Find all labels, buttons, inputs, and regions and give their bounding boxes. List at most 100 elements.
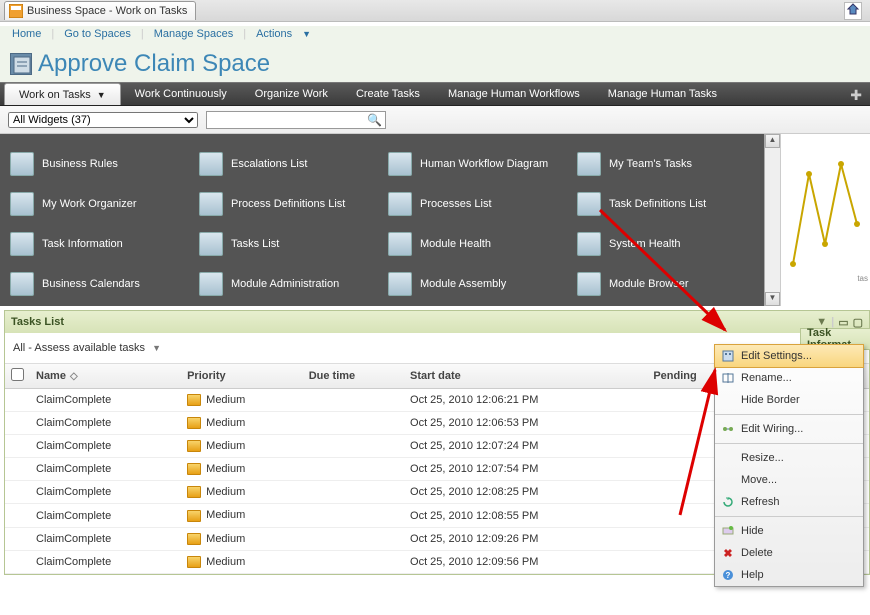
menu-refresh[interactable]: Refresh (715, 491, 863, 513)
col-due[interactable]: Due time (303, 364, 404, 389)
cell-start: Oct 25, 2010 12:09:56 PM (404, 550, 647, 573)
blank-icon (721, 393, 735, 407)
widget-label: Task Information (42, 238, 123, 250)
priority-icon (187, 486, 201, 498)
menu-move[interactable]: Move... (715, 469, 863, 491)
main-tabs: Work on Tasks ▼ Work Continuously Organi… (0, 82, 870, 106)
menu-label: Hide Border (741, 394, 800, 406)
nav-home[interactable]: Home (12, 28, 41, 40)
home-icon (846, 2, 860, 19)
tab-label: Manage Human Workflows (448, 88, 580, 100)
view-selector[interactable]: All - Assess available tasks ▼ (13, 342, 161, 354)
widget-task-definitions-list[interactable]: Task Definitions List (571, 184, 760, 224)
tab-manage-human-tasks[interactable]: Manage Human Tasks (594, 83, 731, 105)
menu-delete[interactable]: ✖ Delete (715, 542, 863, 564)
widget-icon (388, 272, 412, 296)
menu-hide-border[interactable]: Hide Border (715, 389, 863, 411)
menu-resize[interactable]: Resize... (715, 447, 863, 469)
widget-module-browser[interactable]: Module Browser (571, 264, 760, 304)
panel-header: Tasks List ▼ | ▭ ▢ (5, 311, 869, 333)
widget-tasks-list[interactable]: Tasks List (193, 224, 382, 264)
app-tab-title: Business Space - Work on Tasks (27, 5, 187, 17)
priority-icon (187, 510, 201, 522)
panel-title: Tasks List (11, 316, 64, 328)
home-button[interactable] (844, 2, 862, 20)
widget-my-work-organizer[interactable]: My Work Organizer (4, 184, 193, 224)
cell-name: ClaimComplete (30, 504, 181, 527)
widget-icon (10, 272, 34, 296)
menu-edit-wiring[interactable]: Edit Wiring... (715, 418, 863, 440)
scroll-track[interactable] (765, 148, 780, 292)
nav-go-spaces[interactable]: Go to Spaces (64, 28, 131, 40)
menu-help[interactable]: ? Help (715, 564, 863, 586)
widget-icon (10, 232, 34, 256)
cell-priority: Medium (181, 458, 303, 481)
menu-label: Resize... (741, 452, 784, 464)
tab-label: Work Continuously (135, 88, 227, 100)
col-start[interactable]: Start date (404, 364, 647, 389)
view-selector-label: All - Assess available tasks (13, 342, 145, 354)
menu-rename[interactable]: Rename... (715, 367, 863, 389)
cell-name: ClaimComplete (30, 389, 181, 412)
widget-my-teams-tasks[interactable]: My Team's Tasks (571, 144, 760, 184)
scroll-up-button[interactable]: ▲ (765, 134, 780, 148)
select-all-checkbox[interactable] (11, 368, 24, 381)
tab-work-on-tasks[interactable]: Work on Tasks ▼ (4, 83, 121, 105)
tab-create-tasks[interactable]: Create Tasks (342, 83, 434, 105)
widget-icon (388, 192, 412, 216)
tab-organize-work[interactable]: Organize Work (241, 83, 342, 105)
col-priority[interactable]: Priority (181, 364, 303, 389)
nav-actions[interactable]: Actions (256, 28, 292, 40)
widget-icon (199, 232, 223, 256)
widget-human-workflow-diagram[interactable]: Human Workflow Diagram (382, 144, 571, 184)
cell-name: ClaimComplete (30, 481, 181, 504)
search-wrap: 🔍 (206, 111, 386, 129)
widget-module-health[interactable]: Module Health (382, 224, 571, 264)
wiring-icon (721, 422, 735, 436)
menu-separator (715, 516, 863, 517)
widget-module-administration[interactable]: Module Administration (193, 264, 382, 304)
widget-module-assembly[interactable]: Module Assembly (382, 264, 571, 304)
cell-start: Oct 25, 2010 12:06:53 PM (404, 412, 647, 435)
search-input[interactable] (206, 111, 386, 129)
cell-priority: Medium (181, 550, 303, 573)
page-title: Approve Claim Space (38, 50, 270, 78)
nav-manage-spaces[interactable]: Manage Spaces (154, 28, 234, 40)
menu-separator (715, 414, 863, 415)
menu-edit-settings[interactable]: Edit Settings... (714, 344, 864, 368)
col-name[interactable]: Name◇ (30, 364, 181, 389)
app-tab[interactable]: Business Space - Work on Tasks (4, 1, 196, 20)
cell-due (303, 481, 404, 504)
tab-work-continuously[interactable]: Work Continuously (121, 83, 241, 105)
cell-due (303, 527, 404, 550)
cell-start: Oct 25, 2010 12:09:26 PM (404, 527, 647, 550)
cell-name: ClaimComplete (30, 527, 181, 550)
add-tab-button[interactable]: ✚ (842, 83, 870, 105)
widget-business-calendars[interactable]: Business Calendars (4, 264, 193, 304)
sort-icon: ◇ (70, 371, 78, 382)
priority-icon (187, 440, 201, 452)
catalog-scrollbar[interactable]: ▲ ▼ (764, 134, 780, 306)
search-icon[interactable]: 🔍 (367, 113, 382, 127)
tab-label: Manage Human Tasks (608, 88, 717, 100)
widget-icon (388, 232, 412, 256)
scroll-down-button[interactable]: ▼ (765, 292, 780, 306)
cell-name: ClaimComplete (30, 412, 181, 435)
widget-task-information[interactable]: Task Information (4, 224, 193, 264)
tab-manage-human-workflows[interactable]: Manage Human Workflows (434, 83, 594, 105)
widget-filter-select[interactable]: All Widgets (37) (8, 112, 198, 128)
widget-icon (10, 152, 34, 176)
cell-start: Oct 25, 2010 12:07:54 PM (404, 458, 647, 481)
widget-system-health[interactable]: System Health (571, 224, 760, 264)
widget-business-rules[interactable]: Business Rules (4, 144, 193, 184)
widget-processes-list[interactable]: Processes List (382, 184, 571, 224)
cell-due (303, 435, 404, 458)
widget-escalations-list[interactable]: Escalations List (193, 144, 382, 184)
catalog-grid: Business Rules Escalations List Human Wo… (0, 134, 764, 306)
menu-hide[interactable]: Hide (715, 520, 863, 542)
widget-context-menu: Edit Settings... Rename... Hide Border E… (714, 344, 864, 587)
app-tab-icon (9, 4, 23, 18)
menu-label: Hide (741, 525, 764, 537)
widget-process-definitions-list[interactable]: Process Definitions List (193, 184, 382, 224)
cell-start: Oct 25, 2010 12:08:25 PM (404, 481, 647, 504)
